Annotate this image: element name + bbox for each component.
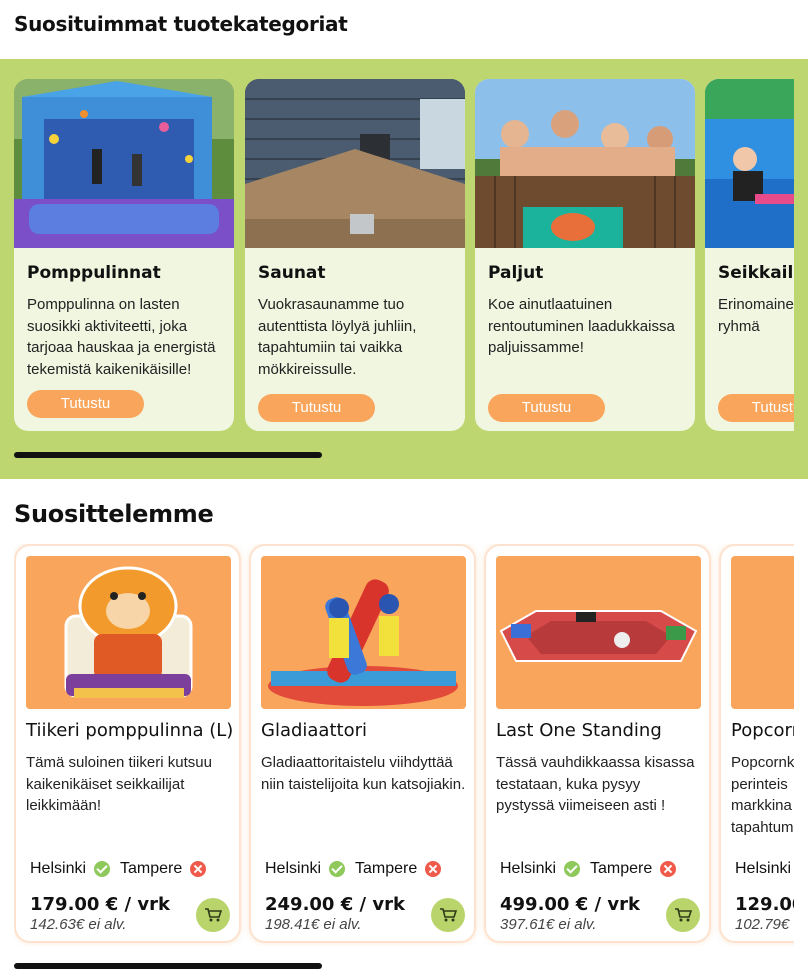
x-circle-icon: [660, 861, 677, 877]
shopping-cart-icon: [440, 908, 457, 922]
category-name: Seikkailu: [718, 263, 794, 283]
check-circle-icon: [564, 861, 581, 877]
category-name: Pomppulinnat: [27, 263, 161, 283]
city-label: Tampere: [120, 860, 183, 877]
city-label: Helsinki: [735, 860, 792, 877]
recommend-title: Suosittelemme: [14, 500, 214, 528]
category-description: Vuokrasaunamme tuo autenttista löylyä ju…: [258, 296, 417, 378]
category-description: Pomppulinna on lasten suosikki aktivitee…: [27, 296, 216, 378]
price-net: 397.61€ ei alv.: [500, 916, 597, 933]
recommend-scrollbar[interactable]: [14, 963, 322, 969]
category-image: [705, 79, 794, 248]
price: 129.00: [735, 894, 794, 915]
x-circle-icon: [425, 861, 442, 877]
category-description: Koe ainutlaatuinen rentoutuminen laadukk…: [488, 296, 675, 356]
categories-scrollbar[interactable]: [14, 452, 322, 458]
explore-button[interactable]: Tutustu: [258, 394, 375, 422]
add-to-cart-button[interactable]: [431, 898, 465, 932]
price-net: 198.41€ ei alv.: [265, 916, 362, 933]
city-label: Helsinki: [30, 860, 87, 877]
product-card[interactable]: Popcorn Popcornk perinteis markkina tapa…: [719, 544, 794, 943]
categories-carousel[interactable]: Pomppulinnat Pomppulinna on lasten suosi…: [14, 79, 794, 434]
availability: Helsinki Tampere: [500, 860, 686, 878]
product-name[interactable]: Last One Standing: [496, 720, 662, 741]
product-description: Tämä suloinen tiikeri kutsuu kaikenikäis…: [26, 754, 212, 814]
category-card-seikkailu[interactable]: Seikkailu Erinomaine vapaa-ajan että ryh…: [705, 79, 794, 431]
recommend-carousel[interactable]: Tiikeri pomppulinna (L) Tämä suloinen ti…: [14, 544, 794, 946]
product-description: Tässä vauhdikkaassa kisassa testataan, k…: [496, 754, 695, 814]
product-image: [731, 556, 794, 709]
price: 249.00 € / vrk: [265, 894, 405, 915]
shopping-cart-icon: [675, 908, 692, 922]
category-description: Erinomaine vapaa-ajan että ryhmä: [718, 296, 794, 335]
add-to-cart-button[interactable]: [196, 898, 230, 932]
category-name: Saunat: [258, 263, 326, 283]
price-net: 142.63€ ei alv.: [30, 916, 127, 933]
city-label: Helsinki: [500, 860, 557, 877]
product-name[interactable]: Popcorn: [731, 720, 794, 741]
price: 499.00 € / vrk: [500, 894, 640, 915]
product-name[interactable]: Gladiaattori: [261, 720, 367, 741]
explore-button[interactable]: Tutustu: [488, 394, 605, 422]
city-label: Helsinki: [265, 860, 322, 877]
price-net: 102.79€: [735, 916, 790, 933]
category-image: [475, 79, 695, 248]
product-image: [496, 556, 701, 709]
product-description: Gladiaattoritaistelu viihdyttää niin tai…: [261, 754, 466, 793]
availability: Helsinki Tampere: [30, 860, 216, 878]
check-circle-icon: [329, 861, 346, 877]
categories-title: Suosituimmat tuotekategoriat: [14, 12, 348, 36]
city-label: Tampere: [355, 860, 418, 877]
add-to-cart-button[interactable]: [666, 898, 700, 932]
product-image: [261, 556, 466, 709]
product-name[interactable]: Tiikeri pomppulinna (L): [26, 720, 233, 741]
x-circle-icon: [190, 861, 207, 877]
categories-band: Pomppulinnat Pomppulinna on lasten suosi…: [0, 59, 808, 479]
explore-button[interactable]: Tutustu: [718, 394, 794, 422]
check-circle-icon: [94, 861, 111, 877]
city-label: Tampere: [590, 860, 653, 877]
availability: Helsinki: [735, 860, 794, 878]
product-image: [26, 556, 231, 709]
explore-button[interactable]: Tutustu: [27, 390, 144, 418]
product-card[interactable]: Gladiaattori Gladiaattoritaistelu viihdy…: [249, 544, 476, 943]
product-card[interactable]: Tiikeri pomppulinna (L) Tämä suloinen ti…: [14, 544, 241, 943]
category-name: Paljut: [488, 263, 544, 283]
shopping-cart-icon: [205, 908, 222, 922]
price: 179.00 € / vrk: [30, 894, 170, 915]
category-card-paljut[interactable]: Paljut Koe ainutlaatuinen rentoutuminen …: [475, 79, 695, 431]
category-card-saunat[interactable]: Saunat Vuokrasaunamme tuo autenttista lö…: [245, 79, 465, 431]
category-card-pomppulinnat[interactable]: Pomppulinnat Pomppulinna on lasten suosi…: [14, 79, 234, 431]
availability: Helsinki Tampere: [265, 860, 451, 878]
category-image: [14, 79, 234, 248]
product-card[interactable]: Last One Standing Tässä vauhdikkaassa ki…: [484, 544, 711, 943]
product-description: Popcornk perinteis markkina tapahtum: [731, 754, 794, 836]
category-image: [245, 79, 465, 248]
